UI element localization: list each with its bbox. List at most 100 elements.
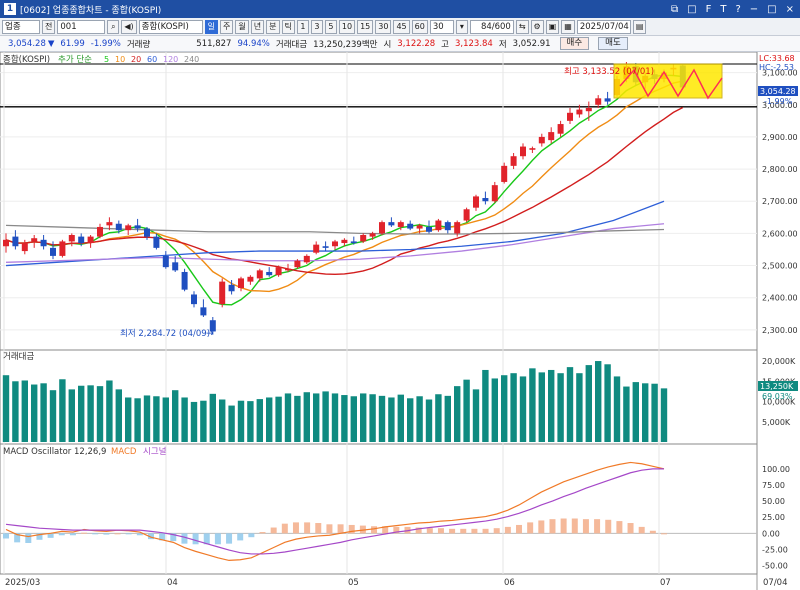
candle (548, 132, 555, 141)
volume-bar (519, 376, 527, 442)
prev-button[interactable]: 전 (42, 19, 56, 34)
candle (604, 98, 611, 102)
market-select[interactable]: 업종 (2, 19, 40, 34)
open-value: 3,122.28 (397, 38, 436, 49)
oscillator-bar (493, 528, 500, 534)
layout-icon[interactable]: □ (687, 4, 696, 15)
last-pct-tag: -1.99% (764, 97, 793, 106)
volume-bar (2, 375, 10, 442)
oscillator-bar (504, 526, 511, 534)
volume-bar (510, 373, 517, 442)
count-field[interactable]: 84/600 (469, 19, 514, 34)
macd-axis-tick: 25.00 (762, 513, 785, 522)
candle (285, 268, 291, 271)
volume-bar (566, 367, 574, 442)
date-picker-icon[interactable]: ▤ (632, 19, 647, 34)
volume-bar (529, 368, 536, 442)
oscillator-bar (226, 533, 233, 544)
volume-bar (369, 394, 376, 442)
text-icon[interactable]: T (720, 4, 726, 15)
help-icon[interactable]: ? (735, 4, 740, 15)
candle (538, 136, 545, 144)
volume-bar (21, 380, 28, 442)
candle (21, 243, 28, 252)
period-year[interactable]: 년 (250, 19, 265, 34)
oscillator-bar (337, 524, 344, 534)
macd-axis-tick: 0.00 (762, 529, 780, 538)
volume-bar (275, 396, 282, 442)
volume-bar (491, 378, 498, 442)
code-input[interactable]: 001 (57, 19, 106, 34)
restore-icon[interactable]: ⧉ (671, 4, 678, 15)
save-icon[interactable]: ▣ (545, 19, 560, 34)
volume-bar (360, 393, 367, 442)
volume-bar (49, 390, 57, 442)
oscillator-bar (471, 528, 478, 534)
interval-5[interactable]: 5 (324, 19, 337, 34)
oscillator-bar (292, 522, 299, 534)
candle (322, 246, 329, 248)
interval-10[interactable]: 10 (338, 19, 356, 34)
volume-bar (444, 395, 451, 442)
interval-custom[interactable]: 30 (429, 19, 454, 34)
interval-60[interactable]: 60 (411, 19, 428, 34)
buy-button[interactable]: 매수 (559, 37, 590, 50)
volume-bar (181, 397, 188, 442)
sell-button[interactable]: 매도 (598, 37, 628, 50)
candle (360, 234, 367, 242)
oscillator-bar (482, 528, 489, 534)
ma-legend-10: 10 (115, 55, 125, 64)
period-minute[interactable]: 분 (266, 19, 280, 34)
oscillator-bar (571, 518, 578, 534)
candle (172, 262, 179, 271)
period-week[interactable]: 주 (220, 19, 234, 34)
volume-bar (172, 390, 179, 442)
maximize-icon[interactable]: □ (767, 4, 776, 15)
calendar-icon[interactable]: ▦ (561, 19, 575, 34)
volume-bar (425, 399, 433, 442)
search-icon[interactable]: ⌕ (107, 19, 120, 34)
volume-last-tag: 13,250K (760, 382, 794, 391)
oscillator-bar (516, 524, 523, 534)
oscillator-bar (460, 528, 467, 534)
volume-bar (642, 383, 649, 442)
oscillator-bar (92, 533, 99, 535)
font-icon[interactable]: F (706, 4, 712, 15)
date-field[interactable]: 2025/07/04 (576, 19, 631, 34)
sound-icon[interactable]: ◀) (121, 19, 137, 34)
interval-dropdown-icon[interactable]: ▾ (455, 19, 468, 34)
candle (191, 294, 197, 305)
pin-icon[interactable]: ⇆ (515, 19, 529, 34)
volume-bar (557, 373, 564, 442)
period-day[interactable]: 일 (204, 19, 219, 34)
interval-30[interactable]: 30 (375, 19, 392, 34)
close-icon[interactable]: × (786, 4, 794, 15)
interval-3[interactable]: 3 (310, 19, 323, 34)
candle (407, 223, 414, 229)
price-change: 61.99 (60, 38, 85, 49)
candle (68, 234, 75, 242)
candle (115, 223, 122, 231)
period-month[interactable]: 월 (235, 19, 249, 34)
candle (106, 222, 113, 226)
low-annotation: 최저 2,284.72 (04/09) (120, 328, 210, 339)
interval-15[interactable]: 15 (357, 19, 374, 34)
oscillator-bar (616, 521, 623, 534)
volume-bar (190, 401, 198, 442)
chart-area[interactable]: 3,100.003,000.002,900.002,800.002,700.00… (0, 52, 800, 590)
minimize-icon[interactable]: − (750, 4, 758, 15)
macd-axis-tick: 100.00 (762, 465, 790, 474)
oscillator-bar (594, 519, 601, 534)
settings-icon[interactable]: ⚙ (530, 19, 544, 34)
oscillator-bar (125, 533, 132, 535)
oscillator-bar (58, 533, 65, 536)
oscillator-bar (527, 522, 534, 534)
candle (162, 255, 169, 268)
candle (303, 255, 310, 263)
oscillator-bar (181, 533, 188, 544)
oscillator-bar (661, 533, 667, 535)
interval-1[interactable]: 1 (296, 19, 309, 34)
candle (238, 278, 244, 289)
interval-45[interactable]: 45 (393, 19, 410, 34)
period-tick[interactable]: 틱 (281, 19, 295, 34)
